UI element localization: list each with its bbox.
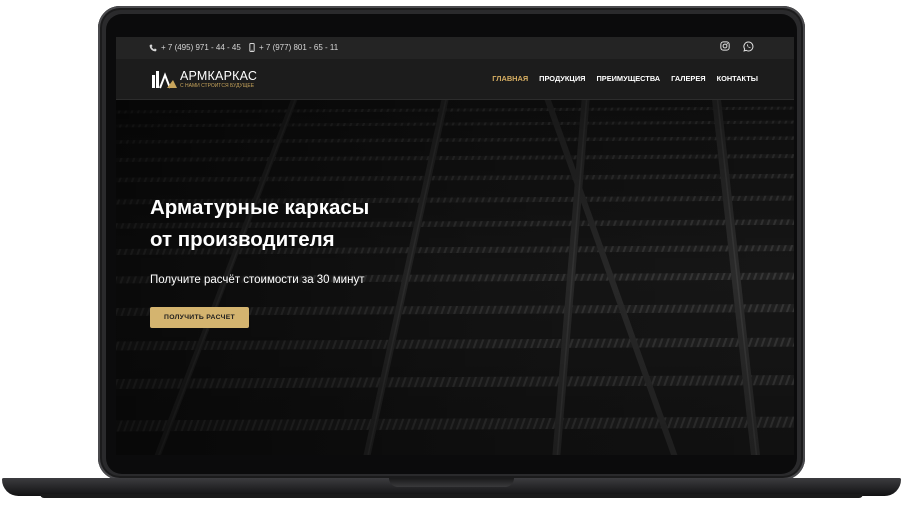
- logo-icon[interactable]: [151, 69, 177, 94]
- mobile-icon: [249, 43, 255, 52]
- hero-title-line-2: от производителя: [150, 228, 335, 251]
- laptop-notch: [389, 478, 514, 487]
- phone-link-1[interactable]: + 7 (495) 971 - 44 - 45: [149, 43, 241, 52]
- nav-item-gallery[interactable]: ГАЛЕРЕЯ: [671, 74, 705, 83]
- logo-name[interactable]: АРМКАРКАС: [180, 69, 257, 83]
- laptop-feet: [40, 494, 863, 498]
- main-nav: ГЛАВНАЯ ПРОДУКЦИЯ ПРЕИМУЩЕСТВА ГАЛЕРЕЯ К…: [492, 74, 758, 83]
- nav-item-contacts[interactable]: КОНТАКТЫ: [717, 74, 758, 83]
- hero-section: Арматурные каркасы от производителя Полу…: [116, 100, 794, 455]
- hero-subtitle: Получите расчёт стоимости за 30 минут: [150, 274, 365, 286]
- website-screen: + 7 (495) 971 - 44 - 45 + 7 (977) 801 - …: [116, 37, 794, 455]
- logo-tagline: С НАМИ СТРОИТСЯ БУДУЩЕЕ: [180, 83, 255, 89]
- whatsapp-icon[interactable]: [743, 41, 754, 52]
- nav-item-home[interactable]: ГЛАВНАЯ: [492, 74, 528, 83]
- nav-item-products[interactable]: ПРОДУКЦИЯ: [539, 74, 585, 83]
- get-quote-button[interactable]: ПОЛУЧИТЬ РАСЧЕТ: [150, 307, 249, 328]
- hero-title: Арматурные каркасы от производителя: [150, 192, 369, 256]
- nav-item-advantages[interactable]: ПРЕИМУЩЕСТВА: [596, 74, 660, 83]
- instagram-icon[interactable]: [720, 41, 730, 51]
- top-contact-bar: + 7 (495) 971 - 44 - 45 + 7 (977) 801 - …: [116, 37, 794, 59]
- phone-number-1: + 7 (495) 971 - 44 - 45: [161, 43, 241, 52]
- phone-link-2[interactable]: + 7 (977) 801 - 65 - 11: [249, 43, 338, 52]
- phone-icon: [149, 44, 157, 52]
- main-header: АРМКАРКАС С НАМИ СТРОИТСЯ БУДУЩЕЕ ГЛАВНА…: [116, 59, 794, 100]
- phone-number-2: + 7 (977) 801 - 65 - 11: [259, 43, 339, 52]
- hero-title-line-1: Арматурные каркасы: [150, 196, 370, 219]
